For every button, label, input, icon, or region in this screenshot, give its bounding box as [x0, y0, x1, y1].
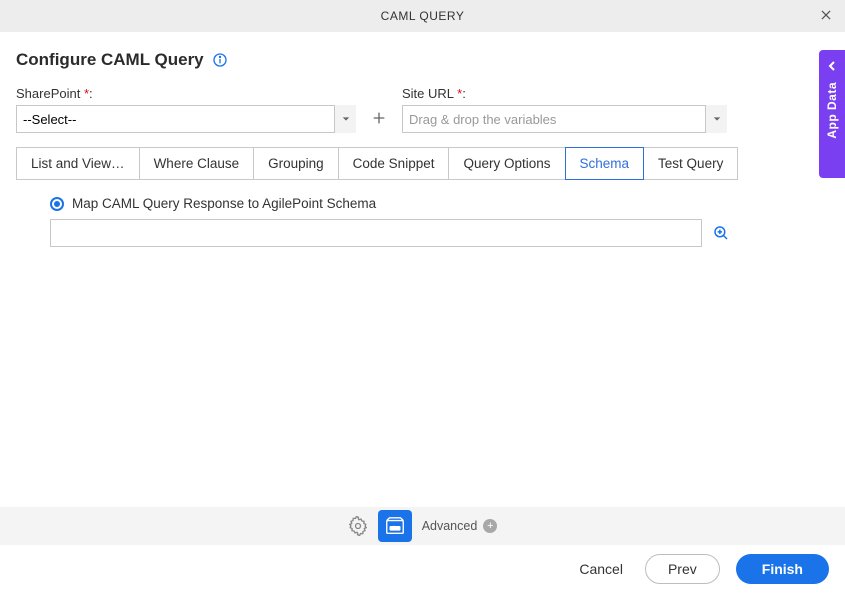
tab-query-options[interactable]: Query Options	[448, 147, 565, 180]
app-data-label: App Data	[825, 82, 839, 139]
schema-lookup-icon[interactable]	[712, 224, 730, 242]
cancel-button[interactable]: Cancel	[579, 561, 623, 577]
siteurl-combo[interactable]	[402, 105, 727, 133]
advanced-toggle[interactable]: Advanced +	[422, 519, 498, 533]
footer-buttons: Cancel Prev Finish	[0, 545, 845, 593]
siteurl-field: Site URL *:	[402, 86, 727, 133]
tab-list-and-view[interactable]: List and View…	[16, 147, 140, 180]
app-data-side-tab[interactable]: App Data	[819, 50, 845, 178]
finish-button[interactable]: Finish	[736, 554, 829, 584]
tab-strip: List and View… Where Clause Grouping Cod…	[16, 147, 829, 180]
schema-panel: Map CAML Query Response to AgilePoint Sc…	[16, 196, 829, 247]
tab-where-clause[interactable]: Where Clause	[139, 147, 255, 180]
sharepoint-label: SharePoint *:	[16, 86, 356, 101]
page-title: Configure CAML Query	[16, 50, 204, 70]
prev-button[interactable]: Prev	[645, 554, 720, 584]
dialog-title: CAML QUERY	[381, 9, 465, 23]
radio-dot-icon	[54, 201, 60, 207]
chevron-left-icon	[827, 58, 837, 76]
add-sharepoint-col	[368, 86, 390, 133]
schema-radio-row: Map CAML Query Response to AgilePoint Sc…	[50, 196, 829, 211]
sharepoint-field: SharePoint *:	[16, 86, 356, 133]
siteurl-label: Site URL *:	[402, 86, 727, 101]
tab-schema[interactable]: Schema	[565, 147, 645, 180]
label-colon: :	[89, 86, 93, 101]
field-row: SharePoint *: Site URL *:	[16, 86, 829, 133]
close-button[interactable]	[815, 4, 837, 26]
add-sharepoint-button[interactable]	[368, 107, 390, 129]
gear-icon[interactable]	[348, 516, 368, 536]
siteurl-input[interactable]	[402, 105, 727, 133]
tab-test-query[interactable]: Test Query	[643, 147, 738, 180]
schema-radio[interactable]	[50, 197, 64, 211]
tab-code-snippet[interactable]: Code Snippet	[338, 147, 450, 180]
info-icon[interactable]	[212, 52, 228, 68]
schema-map-input[interactable]	[50, 219, 702, 247]
footer-toolbar: CAML Advanced +	[0, 507, 845, 545]
dialog-header: CAML QUERY	[0, 0, 845, 32]
schema-input-row	[50, 219, 829, 247]
schema-radio-label: Map CAML Query Response to AgilePoint Sc…	[72, 196, 376, 211]
plus-icon	[371, 110, 387, 126]
plus-circle-icon: +	[483, 519, 497, 533]
label-colon: :	[462, 86, 466, 101]
siteurl-label-text: Site URL	[402, 86, 457, 101]
sharepoint-select[interactable]	[16, 105, 356, 133]
dialog-content: Configure CAML Query SharePoint *: Si	[0, 32, 845, 247]
sharepoint-select-input[interactable]	[16, 105, 356, 133]
advanced-label: Advanced	[422, 519, 478, 533]
tab-grouping[interactable]: Grouping	[253, 147, 339, 180]
svg-text:CAML: CAML	[390, 527, 399, 531]
page-title-row: Configure CAML Query	[16, 50, 829, 70]
close-icon	[819, 8, 833, 22]
caml-activity-icon[interactable]: CAML	[378, 510, 412, 542]
sharepoint-label-text: SharePoint	[16, 86, 84, 101]
